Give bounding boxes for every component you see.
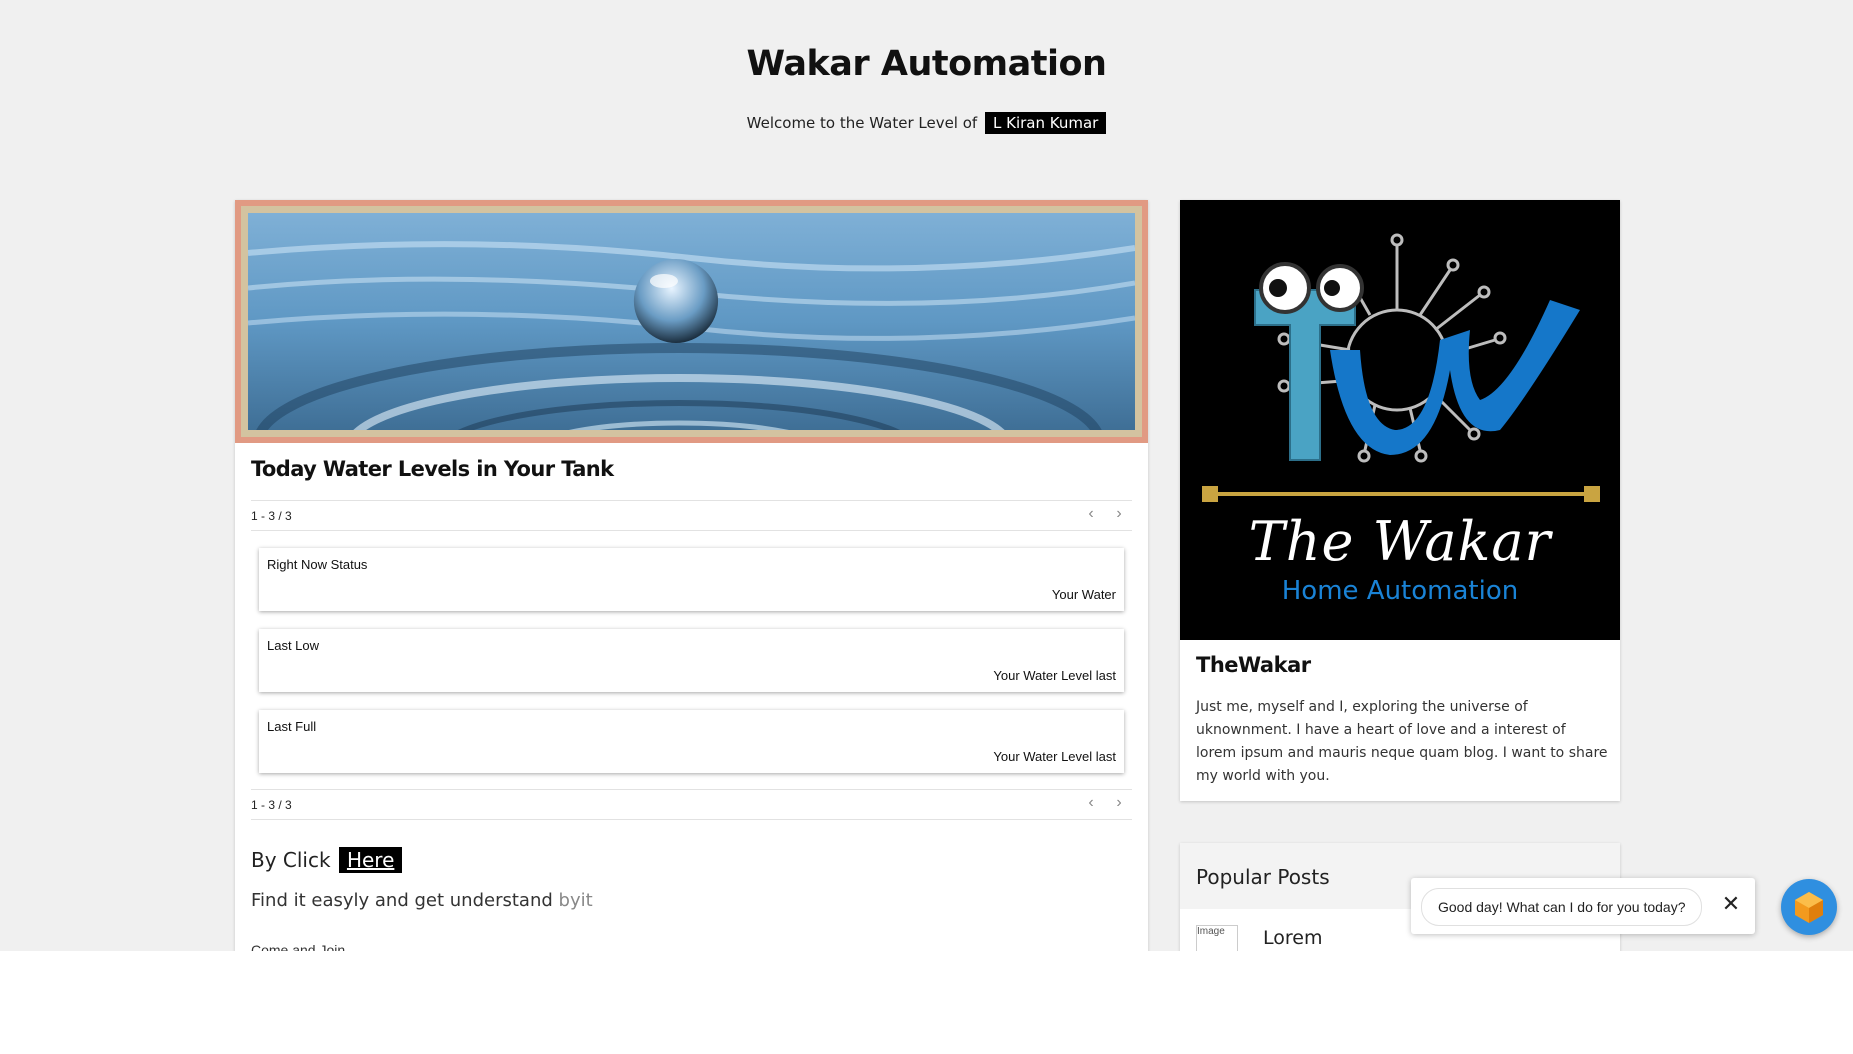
status-value: Your Water Level last bbox=[993, 749, 1116, 764]
status-card-last-low: Last Low Your Water Level last bbox=[259, 629, 1124, 692]
user-name-badge: L Kiran Kumar bbox=[984, 112, 1107, 134]
next-page-icon[interactable]: › bbox=[1108, 793, 1130, 815]
pager-bottom: 1 - 3 / 3 ‹ › bbox=[251, 789, 1132, 820]
post-thumbnail[interactable]: Image bbox=[1196, 925, 1238, 951]
find-text: Find it easyly and get understand bbox=[251, 890, 553, 911]
water-drop-image bbox=[248, 213, 1135, 430]
chat-greeting-bubble: Good day! What can I do for you today? ✕ bbox=[1411, 878, 1755, 934]
find-line: Find it easyly and get understand byit bbox=[251, 890, 593, 911]
profile-name: TheWakar bbox=[1196, 653, 1311, 677]
by-click-text: By Click bbox=[251, 848, 331, 872]
close-icon[interactable]: ✕ bbox=[1719, 892, 1743, 916]
hero-frame bbox=[235, 200, 1148, 443]
find-text-grey: byit bbox=[558, 890, 593, 911]
cube-icon bbox=[1795, 892, 1823, 923]
popular-posts-title: Popular Posts bbox=[1196, 865, 1330, 889]
logo-script-text: The Wakar bbox=[1248, 510, 1552, 573]
pager-count: 1 - 3 / 3 bbox=[251, 509, 292, 523]
card-title: Today Water Levels in Your Tank bbox=[251, 457, 614, 481]
welcome-line: Welcome to the Water Level of L Kiran Ku… bbox=[0, 112, 1853, 134]
here-link[interactable]: Here bbox=[338, 847, 403, 873]
site-title: Wakar Automation bbox=[746, 44, 1107, 84]
profile-card: The Wakar Home Automation TheWakar Just … bbox=[1180, 200, 1620, 801]
status-value: Your Water Level last bbox=[993, 668, 1116, 683]
post-title-link[interactable]: Lorem bbox=[1263, 927, 1322, 949]
chat-launcher-button[interactable] bbox=[1781, 879, 1837, 935]
status-title: Right Now Status bbox=[267, 557, 368, 572]
prev-page-icon[interactable]: ‹ bbox=[1080, 504, 1102, 526]
status-value: Your Water bbox=[1051, 587, 1116, 602]
water-level-card: Today Water Levels in Your Tank 1 - 3 / … bbox=[235, 200, 1148, 951]
status-title: Last Low bbox=[267, 638, 320, 653]
status-card-last-full: Last Full Your Water Level last bbox=[259, 710, 1124, 773]
chat-greeting-pill[interactable]: Good day! What can I do for you today? bbox=[1421, 888, 1703, 926]
next-page-icon[interactable]: › bbox=[1108, 504, 1130, 526]
pager-top: 1 - 3 / 3 ‹ › bbox=[251, 500, 1132, 531]
come-join-text: Come and Join bbox=[251, 942, 346, 951]
pager-count: 1 - 3 / 3 bbox=[251, 798, 292, 812]
prev-page-icon[interactable]: ‹ bbox=[1080, 793, 1102, 815]
logo-subtitle: Home Automation bbox=[1281, 576, 1519, 606]
profile-bio: Just me, myself and I, exploring the uni… bbox=[1196, 699, 1608, 784]
status-card-right-now: Right Now Status Your Water bbox=[259, 548, 1124, 611]
welcome-text: Welcome to the Water Level of bbox=[746, 114, 978, 132]
by-click-line: By Click Here bbox=[251, 847, 403, 873]
status-title: Last Full bbox=[267, 719, 317, 734]
thewakar-logo: The Wakar Home Automation bbox=[1180, 200, 1620, 640]
hero-frame-inner bbox=[241, 206, 1142, 437]
page-viewport: Wakar Automation Welcome to the Water Le… bbox=[0, 0, 1853, 951]
